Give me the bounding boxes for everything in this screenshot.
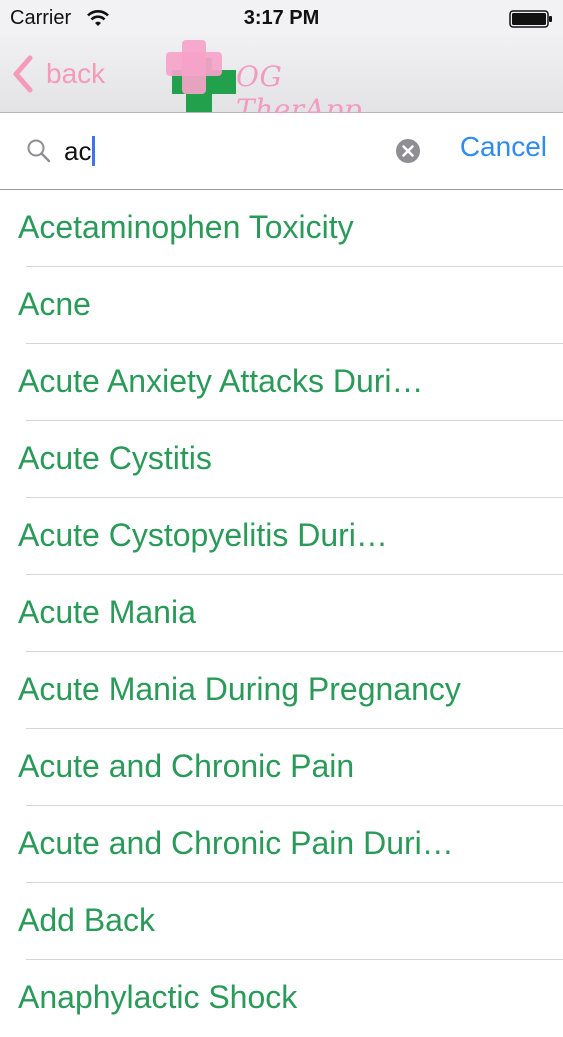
battery-icon <box>509 10 552 28</box>
back-button[interactable]: back <box>12 54 105 94</box>
clear-search-icon[interactable] <box>395 138 421 164</box>
search-query: ac <box>64 135 92 166</box>
list-item[interactable]: Acute Cystitis <box>0 421 563 498</box>
chevron-left-icon <box>13 55 33 93</box>
list-item-label: Anaphylactic Shock <box>18 979 298 1015</box>
search-bar: ac Cancel <box>0 113 563 190</box>
list-item-label: Acute Anxiety Attacks Duri… <box>18 363 424 399</box>
list-item-label: Acute and Chronic Pain Duri… <box>18 825 454 861</box>
medical-cross-icon <box>166 40 236 112</box>
list-item[interactable]: Acute Cystopyelitis Duri… <box>0 498 563 575</box>
list-item-label: Add Back <box>18 902 155 938</box>
list-item-label: Acute and Chronic Pain <box>18 748 355 784</box>
search-icon <box>27 139 51 163</box>
list-item-label: Acute Mania <box>18 594 196 630</box>
search-input[interactable]: ac <box>64 133 384 169</box>
status-bar: Carrier 3:17 PM <box>0 0 563 36</box>
results-list: Acetaminophen Toxicity Acne Acute Anxiet… <box>0 190 563 1037</box>
list-item[interactable]: Anaphylactic Shock <box>0 960 563 1037</box>
text-caret <box>92 136 96 166</box>
app-logo: OG TherApp <box>164 38 404 126</box>
list-item[interactable]: Acute and Chronic Pain <box>0 729 563 806</box>
list-item[interactable]: Acute and Chronic Pain Duri… <box>0 806 563 883</box>
list-item[interactable]: Acute Mania <box>0 575 563 652</box>
list-item[interactable]: Acute Mania During Pregnancy <box>0 652 563 729</box>
list-item-label: Acute Cystitis <box>18 440 212 476</box>
clock: 3:17 PM <box>243 7 320 29</box>
list-item-label: Acute Mania During Pregnancy <box>18 671 461 707</box>
list-item-label: Acute Cystopyelitis Duri… <box>18 517 388 553</box>
navigation-bar: back OG TherApp <box>0 36 563 126</box>
list-item[interactable]: Acetaminophen Toxicity <box>0 190 563 267</box>
list-item[interactable]: Add Back <box>0 883 563 960</box>
list-item[interactable]: Acne <box>0 267 563 344</box>
list-item-label: Acne <box>18 286 91 322</box>
list-item-label: Acetaminophen Toxicity <box>18 209 354 245</box>
list-item[interactable]: Acute Anxiety Attacks Duri… <box>0 344 563 421</box>
back-label: back <box>46 58 106 89</box>
cancel-button[interactable]: Cancel <box>460 131 547 163</box>
